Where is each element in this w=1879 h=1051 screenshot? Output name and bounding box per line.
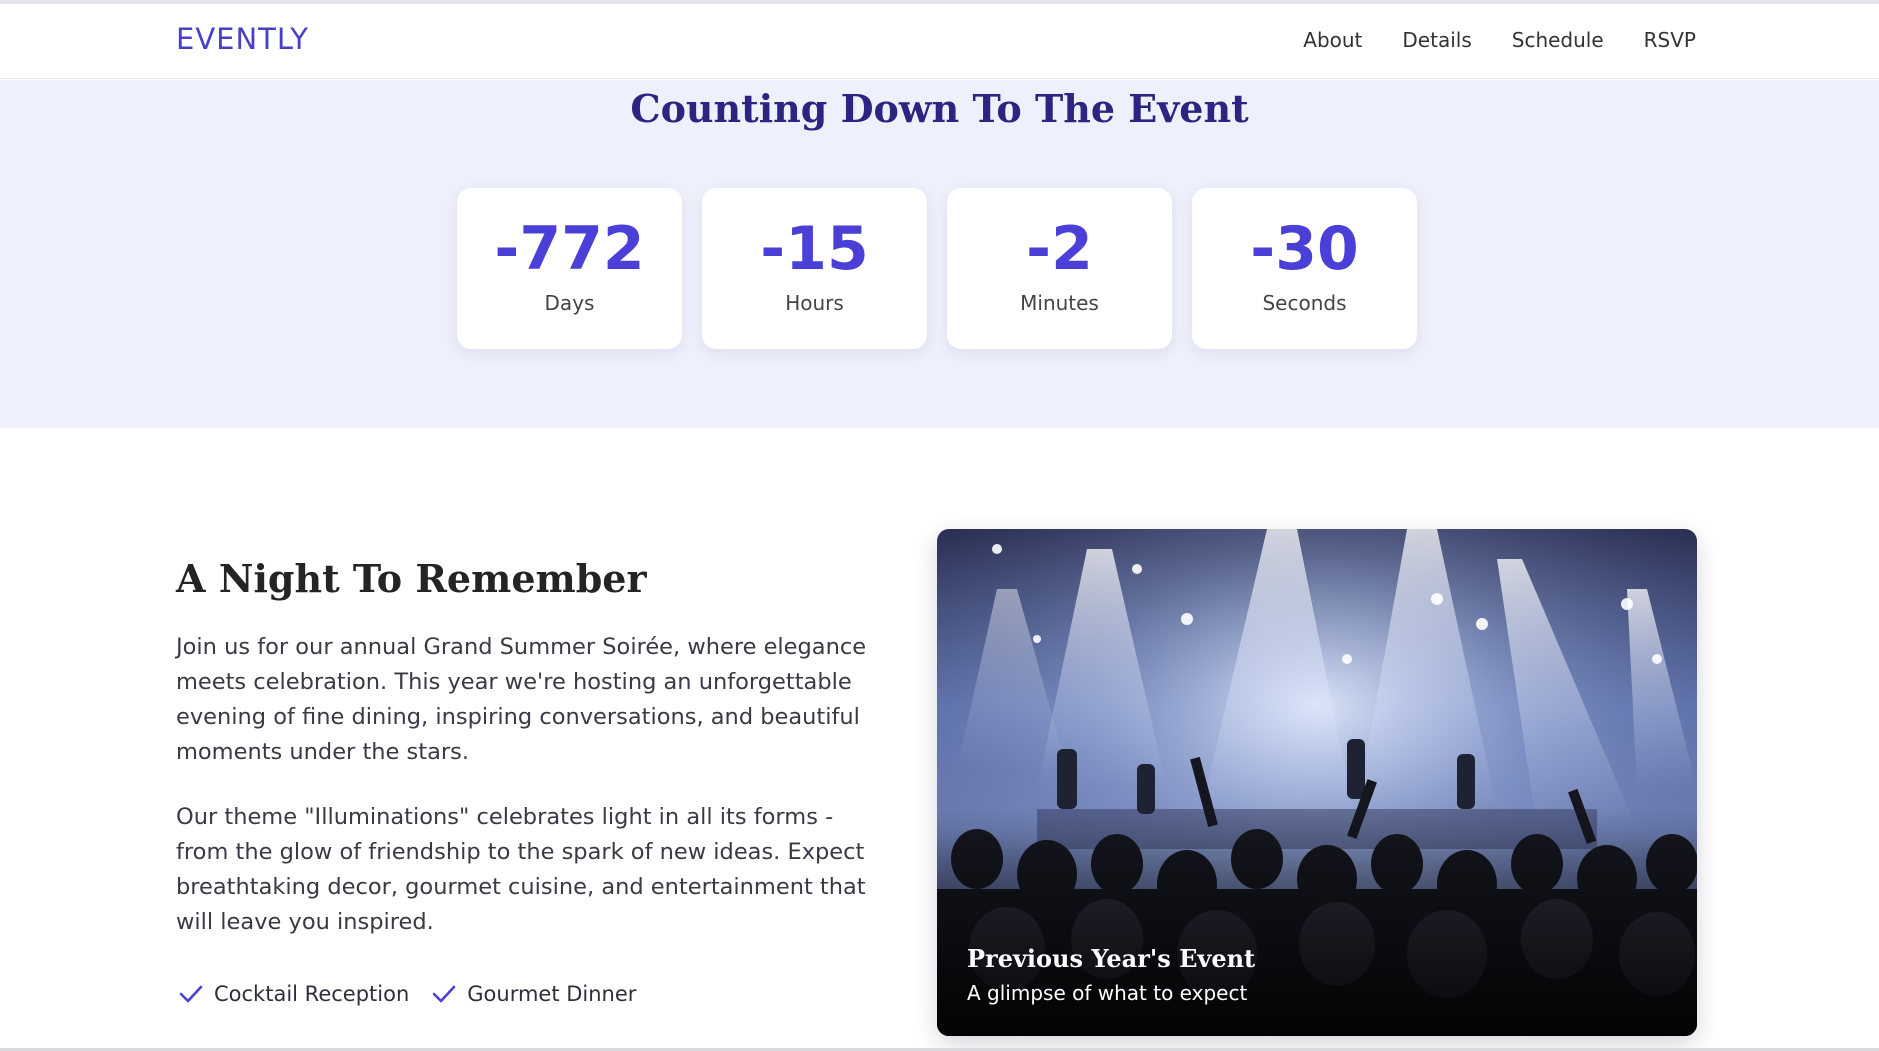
feature-list: Cocktail Reception Gourmet Dinner: [178, 982, 636, 1006]
image-caption-subtitle: A glimpse of what to expect: [967, 981, 1248, 1005]
countdown-days-box: -772 Days: [457, 188, 682, 349]
feature-item-cocktail: Cocktail Reception: [178, 982, 409, 1006]
nav-link-rsvp[interactable]: RSVP: [1644, 28, 1696, 52]
countdown-seconds-value: -30: [1250, 214, 1359, 284]
feature-label: Cocktail Reception: [214, 982, 410, 1006]
countdown-boxes: -772 Days -15 Hours -2 Minutes -30 Secon…: [457, 188, 1417, 349]
countdown-seconds-box: -30 Seconds: [1192, 188, 1417, 349]
countdown-minutes-label: Minutes: [1020, 291, 1099, 315]
countdown-section: Counting Down To The Event -772 Days -15…: [0, 80, 1879, 428]
brand-logo[interactable]: EVENTLY: [176, 22, 309, 56]
countdown-days-label: Days: [544, 291, 595, 315]
countdown-seconds-label: Seconds: [1262, 291, 1347, 315]
nav-link-details[interactable]: Details: [1402, 28, 1471, 52]
about-paragraph-1: Join us for our annual Grand Summer Soir…: [176, 634, 867, 765]
event-photo-card: Previous Year's Event A glimpse of what …: [937, 529, 1697, 1036]
feature-item-dinner: Gourmet Dinner: [431, 982, 636, 1006]
nav-link-about[interactable]: About: [1303, 28, 1362, 52]
check-icon: [432, 985, 456, 1003]
navbar: EVENTLY About Details Schedule RSVP: [0, 4, 1879, 79]
image-caption-title: Previous Year's Event: [967, 944, 1256, 973]
countdown-minutes-value: -2: [1026, 214, 1093, 284]
about-paragraph-2: Our theme "Illuminations" celebrates lig…: [176, 804, 866, 935]
nav-link-schedule[interactable]: Schedule: [1512, 28, 1604, 52]
countdown-hours-value: -15: [760, 214, 869, 284]
countdown-hours-label: Hours: [785, 291, 844, 315]
check-icon: [179, 985, 203, 1003]
countdown-title: Counting Down To The Event: [630, 86, 1249, 131]
feature-label: Gourmet Dinner: [467, 982, 637, 1006]
countdown-days-value: -772: [494, 214, 645, 284]
about-heading: A Night To Remember: [176, 556, 647, 601]
countdown-hours-box: -15 Hours: [702, 188, 927, 349]
countdown-minutes-box: -2 Minutes: [947, 188, 1172, 349]
nav-links: About Details Schedule RSVP: [1303, 28, 1696, 52]
